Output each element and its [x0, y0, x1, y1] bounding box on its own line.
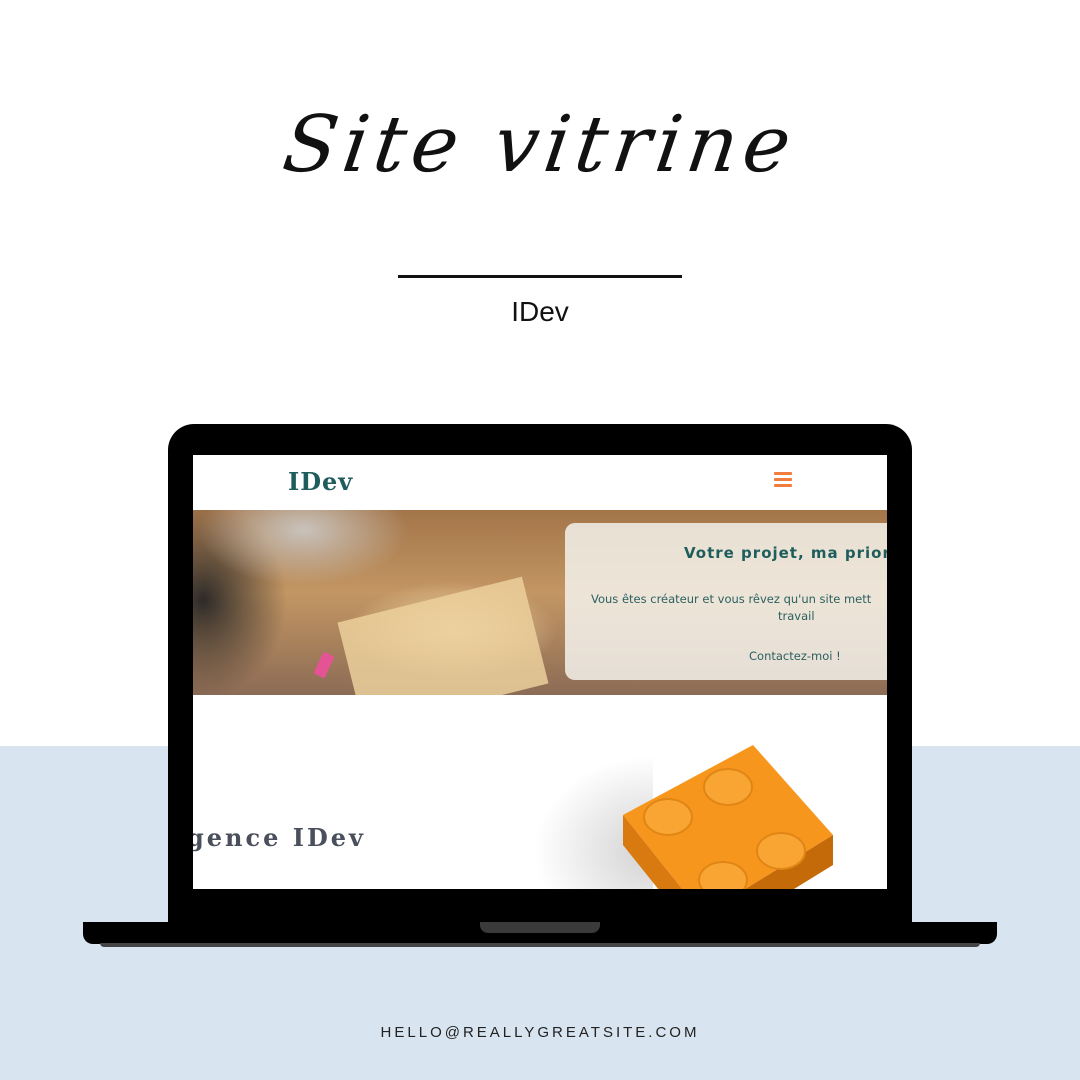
page-title: Site vitrine: [277, 100, 803, 190]
contact-link[interactable]: Contactez-moi !: [749, 649, 841, 663]
laptop-notch: [480, 922, 600, 933]
agency-title: gence IDev: [193, 823, 366, 852]
hero-banner: Votre projet, ma prior Vous êtes créateu…: [193, 510, 887, 695]
hero-text-line2: travail: [778, 609, 815, 623]
hero-card: Votre projet, ma prior Vous êtes créateu…: [565, 523, 887, 680]
laptop-screen: IDev Votre projet, ma prior Vous êtes cr…: [193, 455, 887, 889]
hero-pen-image: [313, 651, 335, 679]
laptop-base-shadow: [100, 943, 980, 947]
contact-email: HELLO@REALLYGREATSITE.COM: [380, 1024, 700, 1041]
lego-brick-image: [623, 745, 833, 889]
website-navbar: IDev: [193, 455, 887, 510]
website-logo[interactable]: IDev: [288, 467, 353, 496]
title-divider: [398, 275, 682, 278]
hero-text-line1: Vous êtes créateur et vous rêvez qu'un s…: [591, 592, 872, 606]
hamburger-menu-icon[interactable]: [774, 472, 794, 488]
page-subtitle: IDev: [511, 296, 569, 327]
hero-paper-image: [337, 576, 549, 695]
agency-section: gence IDev: [193, 695, 887, 889]
hero-heading: Votre projet, ma prior: [684, 544, 887, 562]
